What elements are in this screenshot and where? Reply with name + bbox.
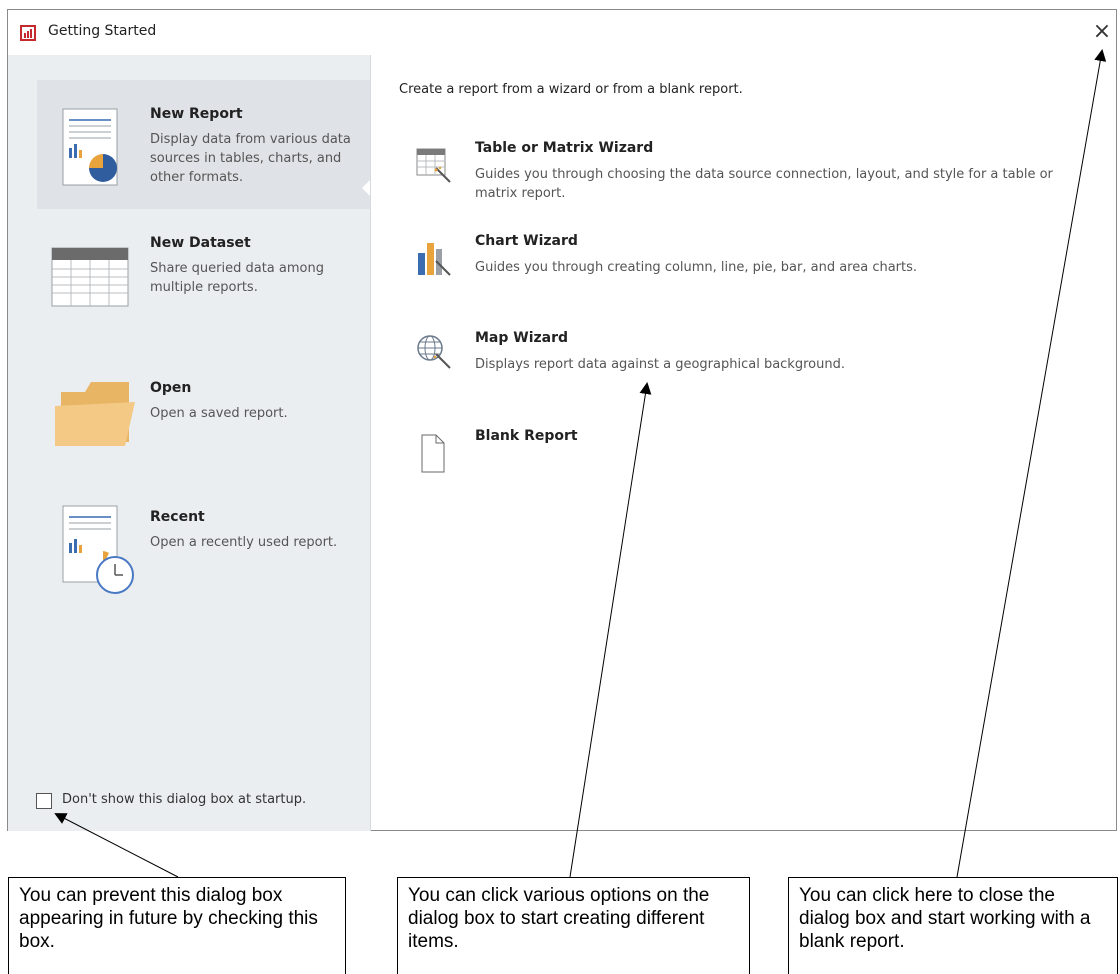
wizard-title: Blank Report xyxy=(475,428,578,444)
recent-report-clock-icon xyxy=(62,505,134,594)
sidebar-item-title: Recent xyxy=(150,509,205,525)
folder-icon xyxy=(55,382,135,446)
sidebar-item-new-report[interactable]: New Report Display data from various dat… xyxy=(37,80,370,209)
wizard-title: Chart Wizard xyxy=(475,233,578,249)
chart-wizard-option[interactable]: Chart Wizard Guides you through creating… xyxy=(414,233,1094,288)
sidebar-item-open[interactable]: Open Open a saved report. xyxy=(37,370,370,460)
getting-started-dialog: Getting Started × New Report Display dat… xyxy=(7,9,1117,831)
wizard-desc: Displays report data against a geographi… xyxy=(475,357,845,372)
sidebar-item-title: New Report xyxy=(150,106,243,122)
callout-close: You can click here to close the dialog b… xyxy=(788,877,1118,974)
title-bar: Getting Started × xyxy=(8,10,1116,56)
wizard-title: Table or Matrix Wizard xyxy=(475,140,654,156)
wizard-title: Map Wizard xyxy=(475,330,569,346)
callout-options: You can click various options on the dia… xyxy=(397,877,750,974)
sidebar-item-desc: Display data from various data sources i… xyxy=(150,132,351,185)
dialog-title: Getting Started xyxy=(48,23,157,39)
close-button[interactable]: × xyxy=(1090,20,1114,44)
sidebar: New Report Display data from various dat… xyxy=(8,55,371,831)
report-builder-app-icon xyxy=(20,25,36,41)
intro-text: Create a report from a wizard or from a … xyxy=(399,82,743,97)
wizard-desc: Guides you through choosing the data sou… xyxy=(475,167,1053,201)
sidebar-item-title: New Dataset xyxy=(150,235,251,251)
report-chart-icon xyxy=(62,108,118,186)
chart-wizard-icon xyxy=(418,243,451,276)
table-matrix-wizard-option[interactable]: Table or Matrix Wizard Guides you throug… xyxy=(414,140,1094,210)
callout-checkbox: You can prevent this dialog box appearin… xyxy=(8,877,346,974)
sidebar-item-desc: Open a recently used report. xyxy=(150,535,338,550)
dataset-table-icon xyxy=(51,247,129,307)
map-wizard-icon xyxy=(417,335,451,369)
dont-show-label: Don't show this dialog box at startup. xyxy=(62,792,307,807)
sidebar-item-desc: Share queried data among multiple report… xyxy=(150,261,324,295)
map-wizard-option[interactable]: Map Wizard Displays report data against … xyxy=(414,330,1094,385)
sidebar-item-desc: Open a saved report. xyxy=(150,406,288,421)
dont-show-checkbox[interactable] xyxy=(36,793,52,809)
blank-report-option[interactable]: Blank Report xyxy=(414,428,1094,483)
selection-pointer xyxy=(362,180,370,196)
table-wizard-icon xyxy=(416,148,451,183)
sidebar-item-title: Open xyxy=(150,380,192,396)
blank-page-icon xyxy=(421,434,445,473)
sidebar-item-recent[interactable]: Recent Open a recently used report. xyxy=(37,505,370,615)
wizard-desc: Guides you through creating column, line… xyxy=(475,260,918,275)
sidebar-item-new-dataset[interactable]: New Dataset Share queried data among mul… xyxy=(37,235,370,325)
